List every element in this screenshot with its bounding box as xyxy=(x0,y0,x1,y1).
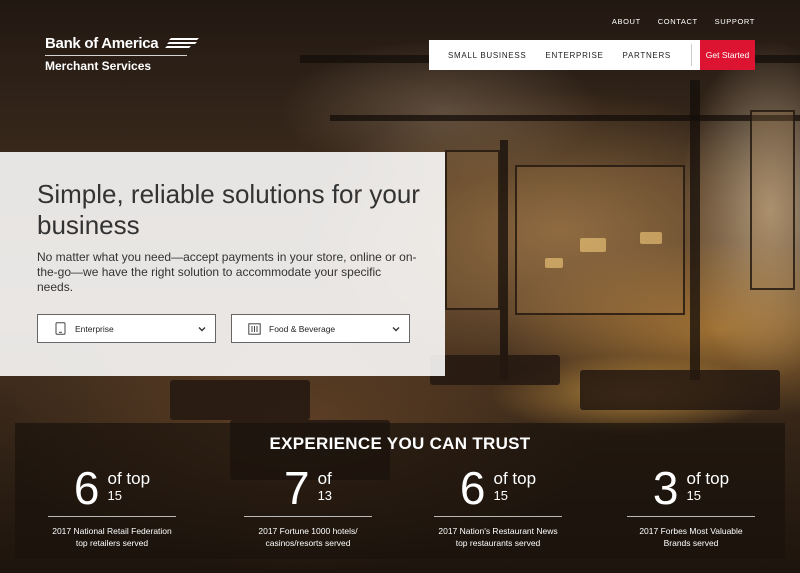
stat-item: 7 of 13 2017 Fortune 1000 hotels/ casino… xyxy=(244,465,372,549)
stat-number: 3 xyxy=(652,462,679,514)
chevron-down-icon xyxy=(392,326,400,332)
stat-of: of 13 xyxy=(317,469,333,504)
stat-item: 6 of top 15 2017 Nation's Restaurant New… xyxy=(434,465,562,549)
industry-value: Food & Beverage xyxy=(269,323,336,334)
logo-divider xyxy=(45,55,187,56)
nav-link-small-business[interactable]: SMALL BUSINESS xyxy=(448,51,526,60)
stat-caption: 2017 National Retail Federation top reta… xyxy=(52,526,172,548)
stat-of-label: of top xyxy=(686,469,730,488)
stat-caption: 2017 Forbes Most Valuable Brands served xyxy=(639,526,743,548)
stat-of-total: 13 xyxy=(317,488,333,503)
nav-link-partners[interactable]: PARTNERS xyxy=(623,51,671,60)
stat-figure: 7 of 13 xyxy=(244,465,372,515)
stat-of-total: 15 xyxy=(107,488,122,503)
stat-divider xyxy=(434,516,562,517)
stats-panel: EXPERIENCE YOU CAN TRUST 6 of top 15 201… xyxy=(15,423,785,559)
stat-figure: 3 of top 15 xyxy=(627,465,755,515)
business-size-select[interactable]: Enterprise xyxy=(37,314,216,343)
stat-of: of top 15 xyxy=(107,469,151,504)
hero-description: No matter what you need—accept payments … xyxy=(37,250,417,294)
hero-card: Simple, reliable solutions for your busi… xyxy=(0,152,445,376)
get-started-button[interactable]: Get Started xyxy=(700,40,755,70)
stat-caption: 2017 Fortune 1000 hotels/ casinos/resort… xyxy=(258,526,358,548)
stat-number: 6 xyxy=(73,462,100,514)
bank-of-america-logo[interactable]: Bank of America Merchant Services xyxy=(45,35,200,73)
stat-number: 7 xyxy=(283,462,310,514)
flag-icon xyxy=(164,36,200,52)
utensils-icon xyxy=(247,322,261,336)
stat-divider xyxy=(244,516,372,517)
nav-link-enterprise[interactable]: ENTERPRISE xyxy=(545,51,603,60)
business-size-value: Enterprise xyxy=(75,323,114,334)
stat-number: 6 xyxy=(459,462,486,514)
stat-figure: 6 of top 15 xyxy=(48,465,176,515)
industry-select[interactable]: Food & Beverage xyxy=(231,314,410,343)
utility-link-about[interactable]: ABOUT xyxy=(612,17,641,26)
stat-of: of top 15 xyxy=(686,469,730,504)
utility-link-contact[interactable]: CONTACT xyxy=(658,17,698,26)
stat-of-label: of xyxy=(317,469,332,488)
main-nav: SMALL BUSINESS ENTERPRISE PARTNERS Get S… xyxy=(429,40,755,70)
stat-of: of top 15 xyxy=(493,469,537,504)
stat-caption: 2017 Nation's Restaurant News top restau… xyxy=(438,526,558,548)
stat-divider xyxy=(48,516,176,517)
stat-item: 3 of top 15 2017 Forbes Most Valuable Br… xyxy=(627,465,755,549)
stat-divider xyxy=(627,516,755,517)
utility-link-support[interactable]: SUPPORT xyxy=(715,17,755,26)
stat-of-label: of top xyxy=(107,469,151,488)
hero-title: Simple, reliable solutions for your busi… xyxy=(37,179,420,240)
stat-item: 6 of top 15 2017 National Retail Federat… xyxy=(48,465,176,549)
utility-nav: ABOUT CONTACT SUPPORT xyxy=(612,17,755,26)
logo-subtitle: Merchant Services xyxy=(45,59,152,73)
stat-figure: 6 of top 15 xyxy=(434,465,562,515)
tablet-icon xyxy=(53,322,67,336)
stat-of-total: 15 xyxy=(686,488,701,503)
stat-of-total: 15 xyxy=(493,488,508,503)
stats-heading: EXPERIENCE YOU CAN TRUST xyxy=(269,434,531,453)
stat-of-label: of top xyxy=(493,469,537,488)
logo-name-text: Bank of America xyxy=(45,35,159,52)
logo-wordmark: Bank of America xyxy=(45,35,200,52)
chevron-down-icon xyxy=(198,326,206,332)
